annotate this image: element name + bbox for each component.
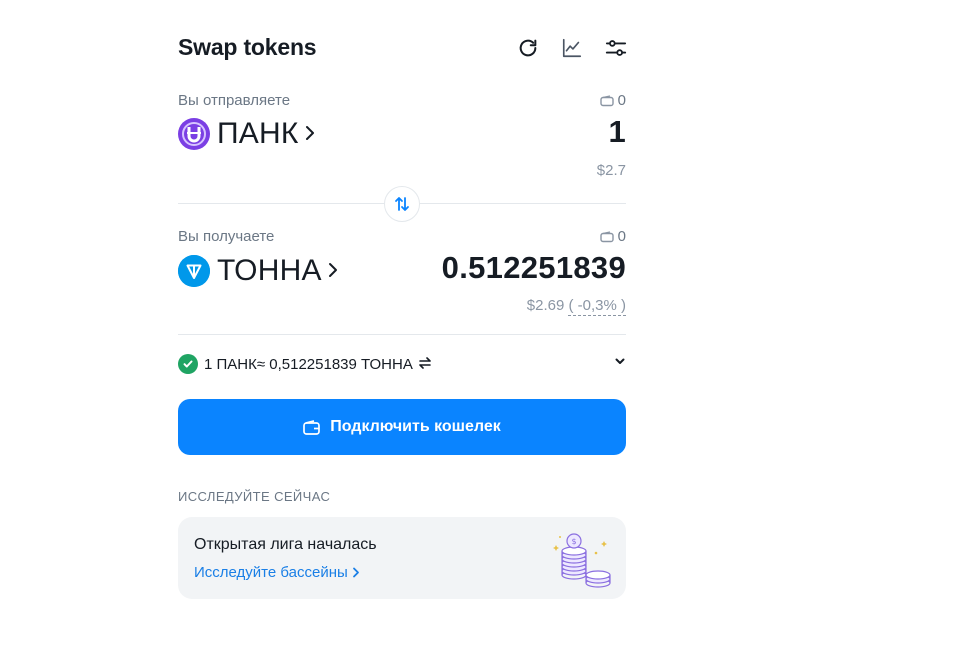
page-title: Swap tokens bbox=[178, 34, 317, 60]
svg-text:$: $ bbox=[571, 537, 576, 546]
send-label: Вы отправляете bbox=[178, 92, 291, 109]
wallet-icon bbox=[599, 94, 614, 106]
price-impact[interactable]: ( -0,3% ) bbox=[568, 297, 626, 316]
wallet-icon bbox=[599, 230, 614, 242]
rate-row[interactable]: 1 ПАНК≈ 0,512251839 ТОННА bbox=[178, 352, 626, 376]
receive-balance: 0 bbox=[599, 228, 626, 245]
exchange-rate: 1 ПАНК≈ 0,512251839 ТОННА bbox=[204, 355, 413, 373]
chevron-right-icon bbox=[328, 260, 338, 282]
receive-usd-row: $2.69 ( -0,3% ) bbox=[526, 297, 626, 316]
explore-pools-link-label: Исследуйте бассейны bbox=[194, 564, 348, 581]
check-icon bbox=[178, 354, 198, 374]
send-token-selector[interactable]: ПАНК bbox=[178, 116, 315, 152]
swap-rate-icon[interactable] bbox=[419, 356, 431, 372]
coins-illustration: $ bbox=[553, 533, 611, 588]
chevron-right-icon bbox=[305, 123, 315, 145]
send-balance-value: 0 bbox=[617, 92, 626, 109]
ton-token-icon bbox=[178, 255, 210, 287]
explore-card-title: Открытая лига началась bbox=[194, 536, 377, 553]
punk-token-icon bbox=[178, 118, 210, 150]
connect-wallet-button[interactable]: Подключить кошелек bbox=[178, 399, 626, 455]
swap-arrows-icon bbox=[395, 197, 409, 211]
header: Swap tokens bbox=[178, 30, 628, 66]
send-amount-input[interactable] bbox=[406, 114, 626, 150]
chevron-down-icon[interactable] bbox=[614, 354, 626, 372]
receive-label: Вы получаете bbox=[178, 228, 275, 245]
explore-card[interactable]: Открытая лига началась Исследуйте бассей… bbox=[178, 517, 626, 599]
chevron-right-icon bbox=[352, 567, 359, 578]
receive-token-name: ТОННА bbox=[217, 254, 322, 287]
connect-wallet-label: Подключить кошелек bbox=[330, 418, 501, 435]
refresh-icon[interactable] bbox=[516, 36, 540, 60]
explore-pools-link[interactable]: Исследуйте бассейны bbox=[194, 564, 360, 581]
swap-panel: Swap tokens Вы отправляете 0 ПАНК 1 $2.7… bbox=[178, 0, 628, 657]
receive-amount: 0.512251839 bbox=[441, 250, 626, 285]
swap-direction-button[interactable] bbox=[384, 186, 420, 222]
receive-balance-value: 0 bbox=[617, 228, 626, 245]
send-balance: 0 bbox=[599, 92, 626, 109]
send-token-name: ПАНК bbox=[217, 117, 299, 150]
chart-icon[interactable] bbox=[560, 36, 584, 60]
settings-sliders-icon[interactable] bbox=[604, 36, 628, 60]
section-divider bbox=[178, 334, 626, 335]
receive-token-selector[interactable]: ТОННА bbox=[178, 253, 338, 289]
receive-usd-value: $2.69 bbox=[526, 297, 565, 314]
wallet-icon bbox=[303, 419, 321, 435]
explore-heading: ИССЛЕДУЙТЕ СЕЙЧАС bbox=[178, 489, 331, 504]
send-usd-value: $2.7 bbox=[596, 162, 626, 179]
